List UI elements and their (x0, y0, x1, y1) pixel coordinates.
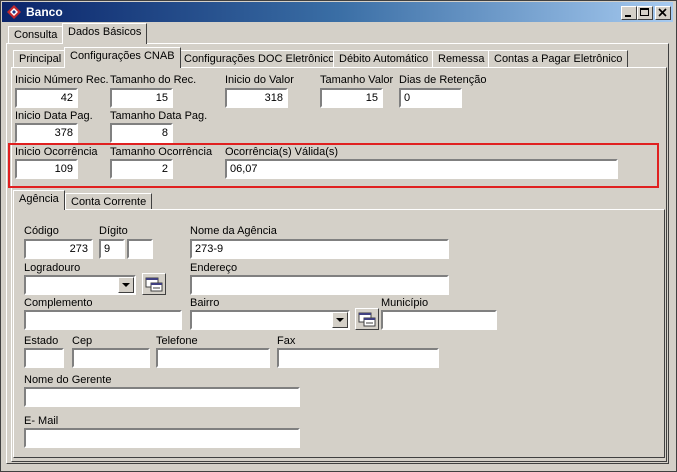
tab-contas-pagar-eletronico[interactable]: Contas a Pagar Eletrônico (488, 50, 629, 68)
telefone-input[interactable] (156, 348, 270, 368)
endereco-input[interactable] (190, 275, 449, 295)
lookup-list-icon (358, 312, 376, 327)
tab-debito-automatico[interactable]: Débito Automático (333, 50, 435, 68)
cep-label: Cep (72, 335, 93, 347)
tab-consulta[interactable]: Consulta (8, 26, 64, 44)
logradouro-lookup-button[interactable] (142, 273, 166, 295)
inicio-data-pag-input[interactable] (15, 123, 78, 143)
tamanho-data-pag-label: Tamanho Data Pag. (110, 110, 208, 122)
complemento-input[interactable] (24, 310, 182, 330)
tamanho-data-pag-input[interactable] (110, 123, 173, 143)
maximize-button[interactable] (637, 6, 653, 20)
nome-gerente-input[interactable] (24, 387, 300, 407)
municipio-input[interactable] (381, 310, 497, 330)
maximize-icon (640, 8, 649, 16)
bairro-dropdown-button[interactable] (332, 312, 348, 328)
tamanho-ocorrencia-label: Tamanho Ocorrência (110, 146, 213, 158)
tamanho-ocorrencia-input[interactable] (110, 159, 173, 179)
bairro-label: Bairro (190, 297, 220, 309)
digito-input[interactable] (99, 239, 125, 259)
close-button[interactable] (655, 6, 671, 20)
minimize-icon (625, 15, 631, 17)
logradouro-dropdown-button[interactable] (118, 277, 134, 293)
cep-input[interactable] (72, 348, 150, 368)
title-bar[interactable]: Banco (2, 2, 673, 22)
tab-configuracoes-doc[interactable]: Configurações DOC Eletrônico (178, 50, 341, 68)
inicio-data-pag-label: Inicio Data Pag. (15, 110, 93, 122)
nome-agencia-input[interactable] (190, 239, 449, 259)
bairro-lookup-button[interactable] (355, 308, 379, 330)
inicio-ocorrencia-input[interactable] (15, 159, 78, 179)
tamanho-valor-input[interactable] (320, 88, 383, 108)
nome-agencia-label: Nome da Agência (190, 225, 277, 237)
dias-retencao-input[interactable] (399, 88, 462, 108)
municipio-label: Município (381, 297, 429, 309)
tab-agencia[interactable]: Agência (13, 190, 65, 210)
tamanho-valor-label: Tamanho Valor (320, 74, 394, 86)
nome-gerente-label: Nome do Gerente (24, 374, 112, 386)
telefone-label: Telefone (156, 335, 198, 347)
ocorrencias-validas-input[interactable] (225, 159, 618, 179)
minimize-button[interactable] (621, 6, 637, 20)
lookup-list-icon (145, 277, 163, 292)
chevron-down-icon (336, 318, 344, 322)
digito-label: Dígito (99, 225, 128, 237)
bank-logo-icon (6, 4, 22, 20)
inicio-valor-input[interactable] (225, 88, 288, 108)
inicio-numero-rec-input[interactable] (15, 88, 78, 108)
tab-configuracoes-cnab[interactable]: Configurações CNAB (64, 47, 181, 68)
bairro-combo[interactable] (190, 310, 350, 330)
close-icon (658, 8, 667, 17)
fax-input[interactable] (277, 348, 439, 368)
tab-principal[interactable]: Principal (13, 50, 68, 68)
logradouro-label: Logradouro (24, 262, 81, 274)
estado-input[interactable] (24, 348, 64, 368)
codigo-input[interactable] (24, 239, 93, 259)
inicio-valor-label: Inicio do Valor (225, 74, 294, 86)
email-input[interactable] (24, 428, 300, 448)
endereco-label: Endereço (190, 262, 238, 274)
chevron-down-icon (122, 283, 130, 287)
complemento-label: Complemento (24, 297, 93, 309)
dias-retencao-label: Dias de Retenção (399, 74, 487, 86)
tab-dados-basicos[interactable]: Dados Básicos (62, 23, 148, 44)
tab-remessa[interactable]: Remessa (432, 50, 491, 68)
window-title: Banco (26, 5, 63, 19)
fax-label: Fax (277, 335, 296, 347)
email-label: E- Mail (24, 415, 59, 427)
ocorrencias-validas-label: Ocorrência(s) Válida(s) (225, 146, 339, 158)
codigo-label: Código (24, 225, 59, 237)
inicio-numero-rec-label: Inicio Número Rec. (15, 74, 109, 86)
estado-label: Estado (24, 335, 59, 347)
digito-extra-input[interactable] (127, 239, 153, 259)
inicio-ocorrencia-label: Inicio Ocorrência (15, 146, 98, 158)
tamanho-rec-label: Tamanho do Rec. (110, 74, 197, 86)
tamanho-rec-input[interactable] (110, 88, 173, 108)
